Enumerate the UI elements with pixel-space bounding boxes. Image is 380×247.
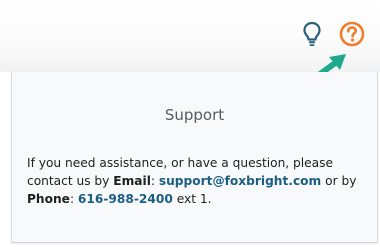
support-panel: Support If you need assistance, or have … (11, 72, 378, 243)
email-label: Email (113, 174, 151, 188)
phone-link[interactable]: 616-988-2400 (78, 192, 173, 206)
support-message: If you need assistance, or have a questi… (27, 154, 367, 208)
header-bar (0, 0, 380, 85)
email-link[interactable]: support@foxbright.com (159, 174, 321, 188)
phone-colon: : (69, 192, 78, 206)
support-popup-screen: Support If you need assistance, or have … (0, 0, 380, 247)
lightbulb-icon[interactable] (299, 20, 325, 48)
support-text-or-by: or by (321, 174, 357, 188)
support-title: Support (164, 106, 225, 124)
phone-label: Phone (27, 192, 70, 206)
help-circle-icon[interactable] (339, 20, 365, 48)
email-colon: : (150, 174, 159, 188)
phone-extension: ext 1. (172, 192, 212, 206)
header-icon-group (299, 20, 365, 48)
